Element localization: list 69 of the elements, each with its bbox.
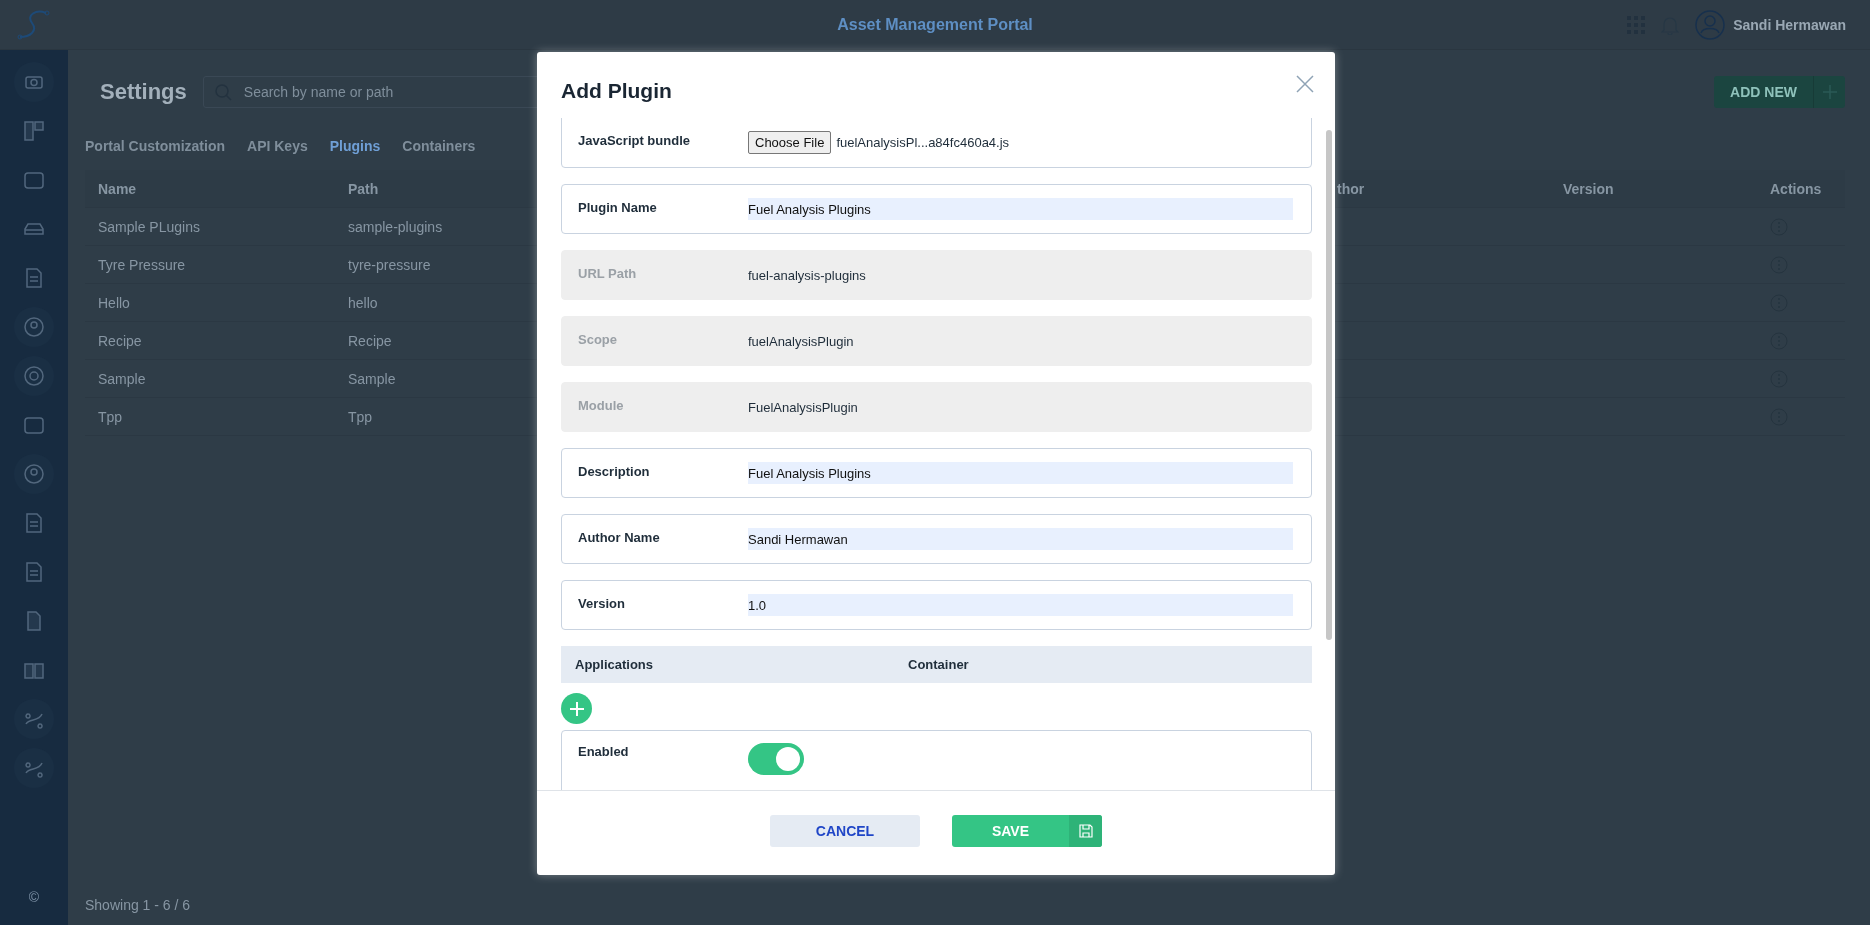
add-application-button[interactable] — [561, 693, 592, 724]
field-label: Description — [578, 464, 651, 479]
table-cell: Recipe — [348, 332, 392, 349]
scrollbar[interactable] — [1326, 130, 1332, 640]
sidebar-button[interactable] — [14, 454, 54, 494]
logo-icon — [16, 8, 50, 41]
field-label: Enabled — [578, 744, 630, 759]
choose-file-button[interactable]: Choose File — [748, 130, 832, 154]
column-header: thor — [1337, 180, 1365, 197]
table-cell: Sample PLugins — [98, 218, 200, 235]
column-header: Applications — [575, 657, 654, 672]
add-new-button[interactable]: ADD NEW — [1714, 76, 1813, 108]
close-icon[interactable] — [1296, 75, 1314, 93]
text-field[interactable]: Fuel Analysis Plugins — [748, 462, 1293, 484]
tab[interactable]: Plugins — [329, 138, 381, 154]
table-cell: tyre-pressure — [348, 256, 431, 273]
dialog-title: Add Plugin — [561, 79, 672, 103]
sidebar-button[interactable] — [14, 699, 54, 739]
field-value: fuel-analysis-plugins — [748, 267, 866, 283]
plus-icon — [568, 700, 585, 717]
text-field[interactable]: 1.0 — [748, 594, 1293, 616]
briefcase-icon[interactable] — [23, 414, 45, 436]
text-field[interactable]: Sandi Hermawan — [748, 528, 1293, 550]
pagination-info: Showing 1 - 6 / 6 — [85, 897, 192, 913]
column-header: Actions — [1770, 180, 1822, 197]
sidebar-button[interactable] — [14, 62, 54, 102]
column-header: Container — [908, 657, 969, 672]
tab[interactable]: Containers — [402, 138, 476, 154]
page-title: Settings — [100, 79, 187, 105]
table-cell: Tpp — [348, 408, 373, 425]
field-value: fuelAnalysisPlugin — [748, 333, 854, 349]
sidebar-button[interactable] — [14, 307, 54, 347]
field-label: Plugin Name — [578, 200, 658, 215]
sidebar-button[interactable] — [14, 748, 54, 788]
file-name: fuelAnalysisPl...a84fc460a4.js — [836, 134, 1010, 150]
document-icon[interactable] — [23, 267, 45, 289]
avatar-icon[interactable] — [1695, 9, 1726, 40]
tab[interactable]: API Keys — [247, 138, 308, 154]
checklist-icon[interactable] — [23, 512, 45, 534]
tab[interactable]: Portal Customization — [85, 138, 225, 154]
field-label: Version — [578, 596, 626, 611]
field-label: Author Name — [578, 530, 661, 545]
table-cell: Tyre Pressure — [98, 256, 186, 273]
add-plus-button[interactable] — [1813, 76, 1845, 108]
table-cell: hello — [348, 294, 378, 311]
table-cell: Sample — [348, 370, 396, 387]
sidebar-button[interactable] — [14, 356, 54, 396]
column-header: Path — [348, 180, 379, 197]
table-cell: Sample — [98, 370, 146, 387]
enabled-toggle[interactable] — [748, 743, 804, 775]
text-field[interactable]: Fuel Analysis Plugins — [748, 198, 1293, 220]
app-title: Asset Management Portal — [837, 15, 1033, 34]
field-label: URL Path — [578, 266, 638, 281]
table-cell: Recipe — [98, 332, 142, 349]
card-icon[interactable] — [23, 169, 45, 191]
field-label: JavaScript bundle — [578, 133, 691, 148]
copyright-icon: © — [28, 889, 40, 905]
column-header: Version — [1563, 180, 1614, 197]
table-cell: Tpp — [98, 408, 123, 425]
field-value: FuelAnalysisPlugin — [748, 399, 858, 415]
table-cell: sample-plugins — [348, 218, 443, 235]
column-header: Name — [98, 180, 137, 197]
dashboard-icon[interactable] — [23, 120, 45, 142]
cancel-button[interactable]: CANCEL — [770, 815, 920, 847]
file-icon[interactable] — [23, 561, 45, 583]
field-label: Scope — [578, 332, 618, 347]
table-cell: Hello — [98, 294, 130, 311]
field-label: Module — [578, 398, 625, 413]
user-name[interactable]: Sandi Hermawan — [1733, 16, 1846, 33]
